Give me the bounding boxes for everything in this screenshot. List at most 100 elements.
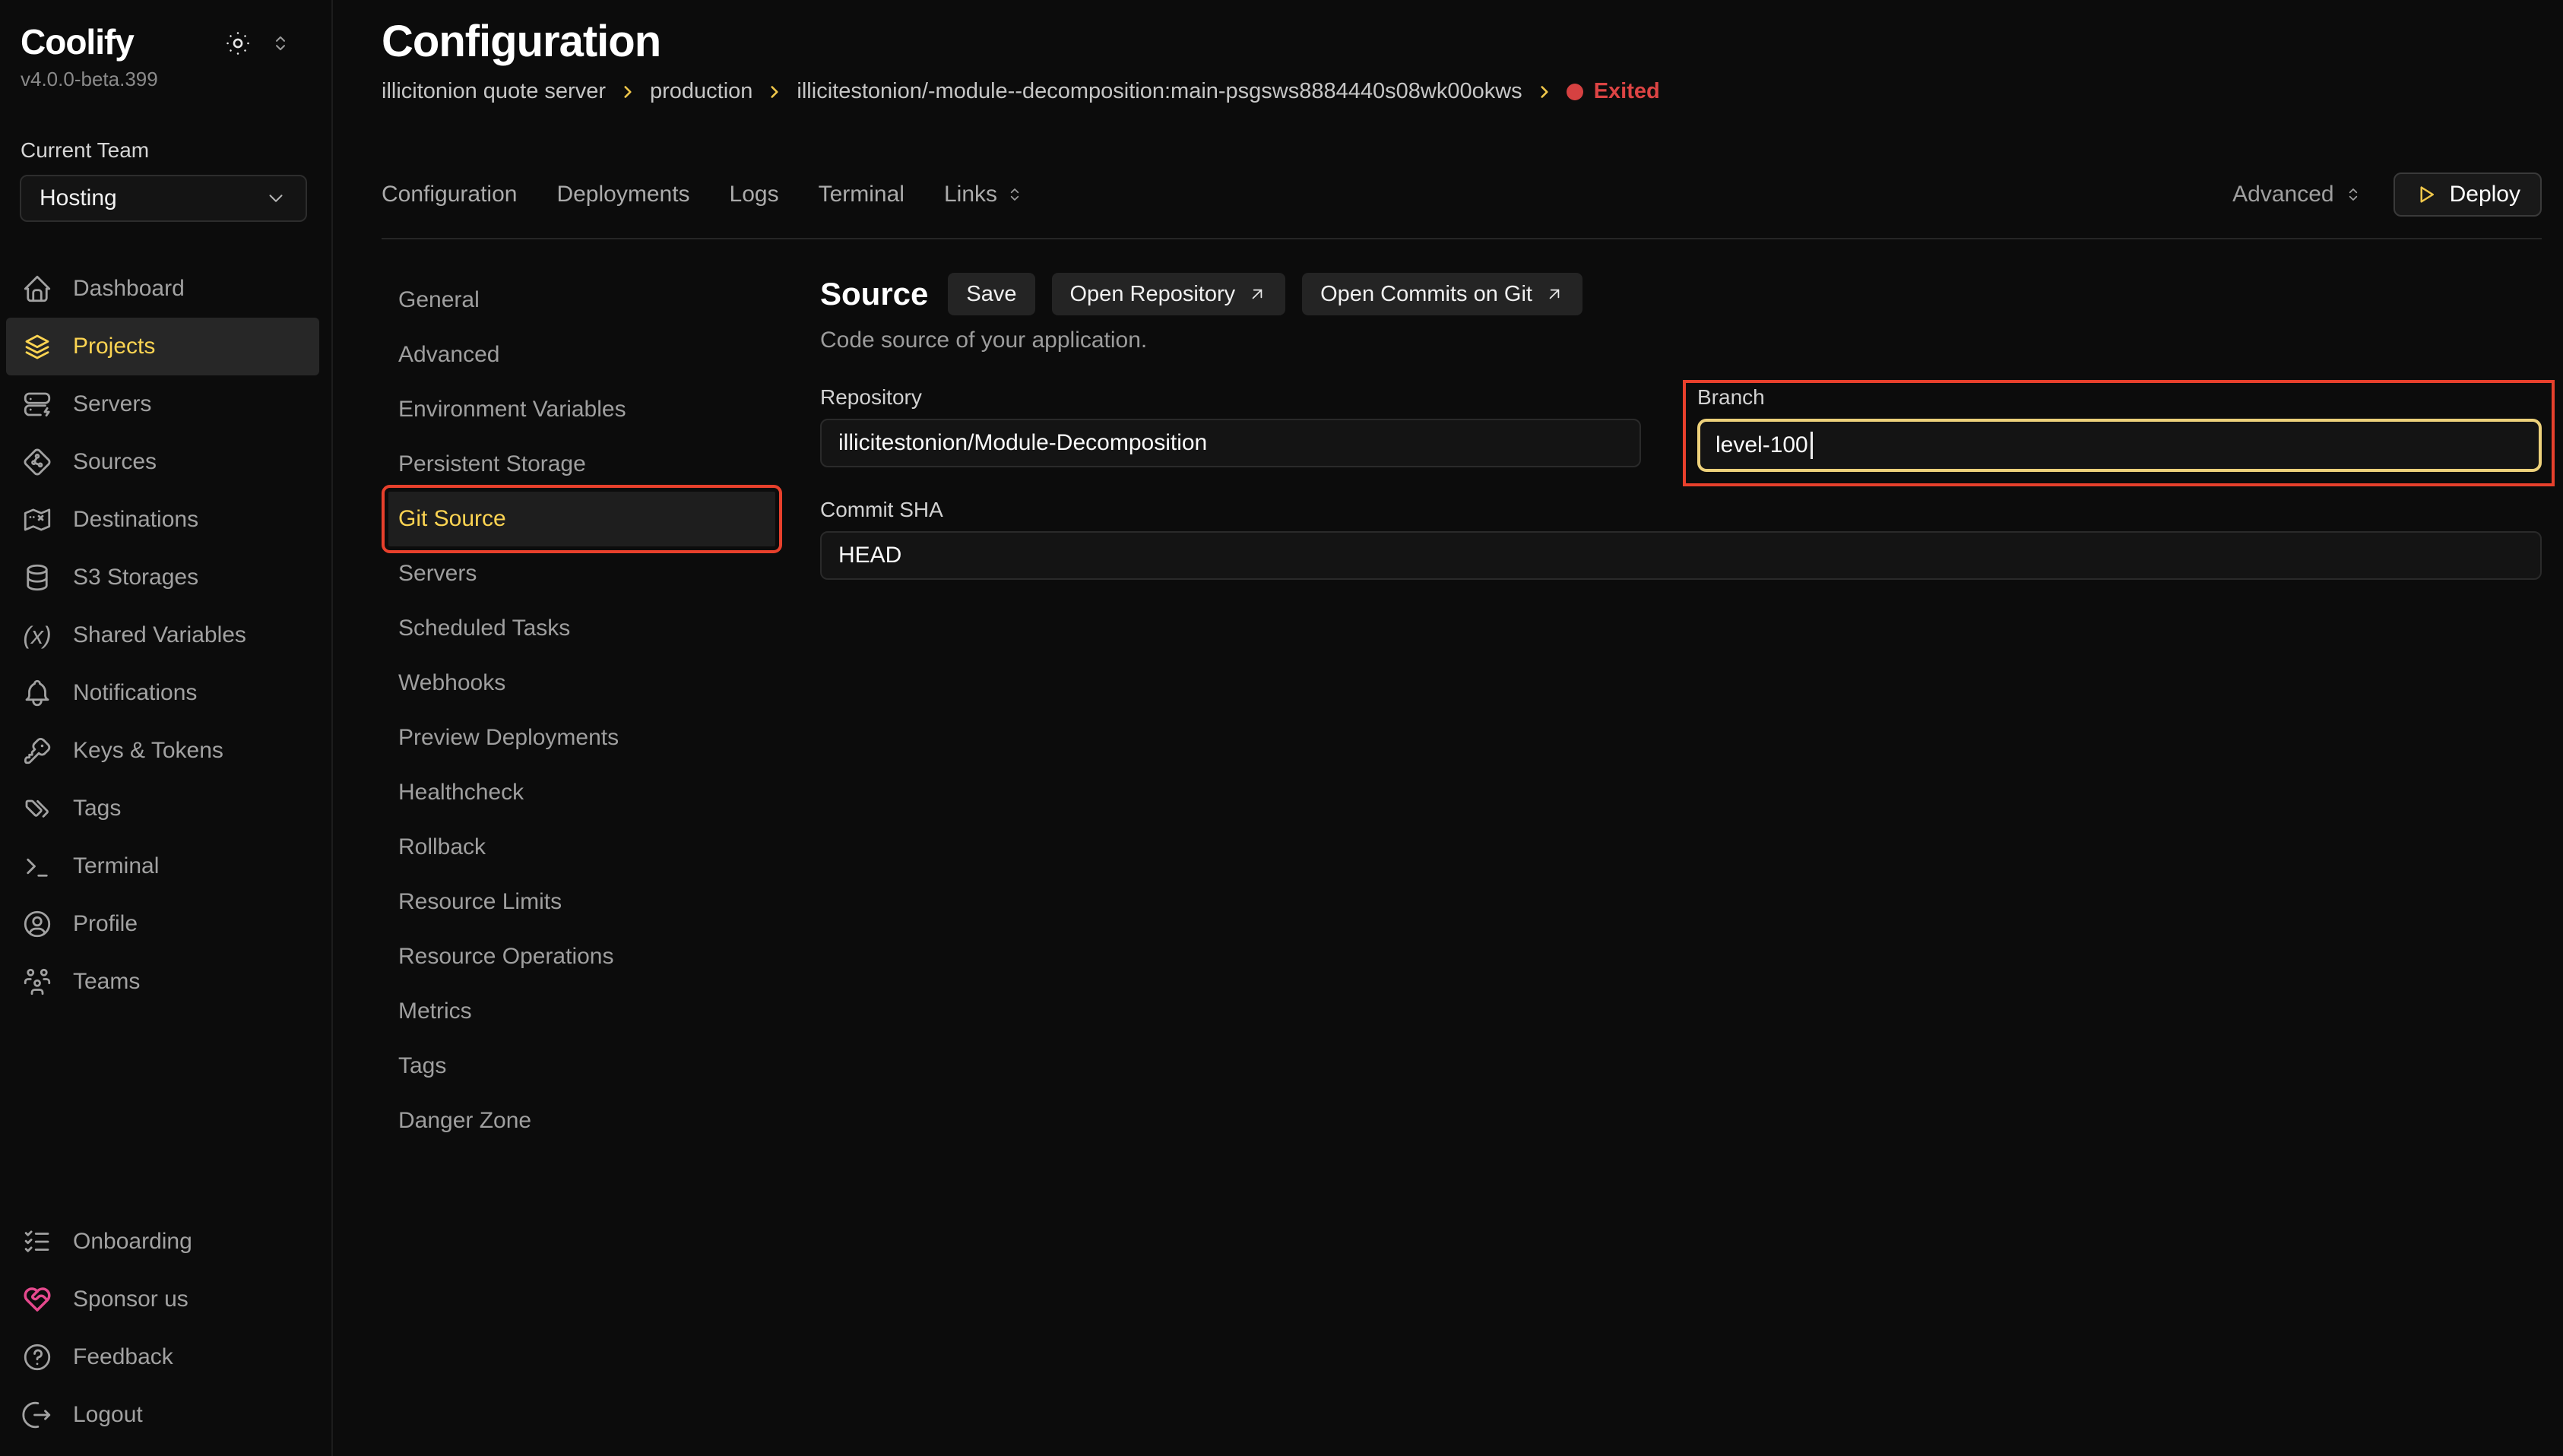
subnav-item-rollback[interactable]: Rollback <box>382 820 792 875</box>
source-section-title: Source <box>820 276 928 312</box>
tabs: Configuration Deployments Logs Terminal … <box>382 182 1025 207</box>
status-dot-icon <box>1567 84 1583 100</box>
sidebar-item-shared-variables[interactable]: (x) Shared Variables <box>0 606 331 664</box>
user-circle-icon <box>21 908 53 940</box>
arrow-up-right-icon <box>1247 284 1267 304</box>
subnav-item-webhooks[interactable]: Webhooks <box>382 656 792 711</box>
sidebar-item-label: Teams <box>73 969 140 995</box>
arrow-up-right-icon <box>1544 284 1564 304</box>
sidebar-item-profile[interactable]: Profile <box>0 895 331 953</box>
main-panel: Configuration illicitonion quote server … <box>334 0 2563 1456</box>
subnav-item-healthcheck[interactable]: Healthcheck <box>382 765 792 820</box>
sidebar-item-label: Logout <box>73 1402 143 1428</box>
tab-deployments[interactable]: Deployments <box>556 182 689 207</box>
sidebar-item-s3-storages[interactable]: S3 Storages <box>0 549 331 606</box>
sidebar-item-sponsor-us[interactable]: Sponsor us <box>0 1271 331 1328</box>
tab-terminal[interactable]: Terminal <box>819 182 904 207</box>
breadcrumb-environment[interactable]: production <box>650 79 752 104</box>
sidebar-item-sources[interactable]: Sources <box>0 433 331 491</box>
commit-sha-input[interactable] <box>820 531 2542 580</box>
repository-label: Repository <box>820 385 1641 410</box>
tab-links[interactable]: Links <box>944 182 1025 207</box>
branch-value: level-100 <box>1716 432 1808 458</box>
repository-input[interactable] <box>820 419 1641 467</box>
repository-field: Repository <box>820 385 1641 472</box>
breadcrumb-project[interactable]: illicitonion quote server <box>382 79 606 104</box>
sidebar-item-label: Projects <box>73 334 155 359</box>
open-commits-button[interactable]: Open Commits on Git <box>1302 273 1582 315</box>
sidebar-item-label: Sponsor us <box>73 1287 189 1312</box>
sidebar-item-label: Shared Variables <box>73 622 246 648</box>
subnav-item-servers[interactable]: Servers <box>382 546 792 601</box>
sidebar-item-servers[interactable]: Servers <box>0 375 331 433</box>
subnav-item-resource-limits[interactable]: Resource Limits <box>382 875 792 929</box>
sidebar-item-dashboard[interactable]: Dashboard <box>0 260 331 318</box>
source-heading-row: Source Save Open Repository Open Commits… <box>820 273 2542 315</box>
subnav-item-metrics[interactable]: Metrics <box>382 984 792 1039</box>
variables-icon: (x) <box>21 619 53 651</box>
breadcrumb-application[interactable]: illicitestonion/-module--decomposition:m… <box>797 79 1522 104</box>
advanced-selector[interactable]: Advanced <box>2232 182 2362 207</box>
sidebar-item-label: Sources <box>73 449 157 475</box>
sidebar-item-teams[interactable]: Teams <box>0 953 331 1011</box>
subnav-item-tags[interactable]: Tags <box>382 1039 792 1094</box>
sidebar-item-label: Destinations <box>73 507 198 533</box>
app-logo[interactable]: Coolify <box>21 23 134 62</box>
deploy-button[interactable]: Deploy <box>2394 173 2542 217</box>
app-version: v4.0.0-beta.399 <box>0 68 331 91</box>
sidebar-item-logout[interactable]: Logout <box>0 1386 331 1444</box>
sidebar-item-label: Feedback <box>73 1344 173 1370</box>
header-actions: Advanced Deploy <box>2232 173 2542 217</box>
selector-icon <box>1005 185 1025 204</box>
sidebar-item-label: Keys & Tokens <box>73 738 223 764</box>
play-icon <box>2415 183 2438 206</box>
sidebar-item-tags[interactable]: Tags <box>0 780 331 837</box>
sidebar-item-projects[interactable]: Projects <box>6 318 319 375</box>
tabs-row: Configuration Deployments Logs Terminal … <box>382 173 2542 217</box>
subnav-item-general[interactable]: General <box>382 273 792 328</box>
sidebar-item-label: Onboarding <box>73 1229 192 1255</box>
tab-configuration[interactable]: Configuration <box>382 182 517 207</box>
subnav-item-danger-zone[interactable]: Danger Zone <box>382 1094 792 1148</box>
commit-sha-field: Commit SHA <box>820 498 2542 580</box>
theme-sun-icon[interactable] <box>223 29 252 58</box>
stack-icon <box>21 331 53 362</box>
source-description: Code source of your application. <box>820 328 2542 353</box>
subnav-item-resource-operations[interactable]: Resource Operations <box>382 929 792 984</box>
team-selector[interactable]: Hosting <box>20 175 307 222</box>
subnav-item-scheduled-tasks[interactable]: Scheduled Tasks <box>382 601 792 656</box>
header-divider <box>382 238 2542 239</box>
save-button[interactable]: Save <box>948 273 1034 315</box>
subnav-item-git-source[interactable]: Git Source <box>388 492 775 546</box>
theme-selector-icon[interactable] <box>269 32 292 55</box>
git-source-section: Source Save Open Repository Open Commits… <box>820 273 2542 580</box>
users-group-icon <box>21 966 53 998</box>
page-title: Configuration <box>382 17 2542 67</box>
commit-sha-label: Commit SHA <box>820 498 2542 522</box>
subnav-item-advanced[interactable]: Advanced <box>382 328 792 382</box>
status-text: Exited <box>1594 79 1660 104</box>
git-icon <box>21 446 53 478</box>
sidebar-item-label: S3 Storages <box>73 565 198 590</box>
status-badge: Exited <box>1567 79 1660 104</box>
subnav-item-persistent-storage[interactable]: Persistent Storage <box>382 437 792 492</box>
help-circle-icon <box>21 1341 53 1373</box>
branch-input[interactable]: level-100 <box>1697 419 2542 472</box>
logout-icon <box>21 1399 53 1431</box>
subnav-item-preview-deployments[interactable]: Preview Deployments <box>382 711 792 765</box>
server-icon <box>21 388 53 420</box>
chevron-right-icon <box>765 82 784 102</box>
tab-logs[interactable]: Logs <box>730 182 779 207</box>
sidebar-item-onboarding[interactable]: Onboarding <box>0 1213 331 1271</box>
sidebar: Coolify v4.0.0-beta.399 Current Team Hos… <box>0 0 333 1456</box>
config-subnav: General Advanced Environment Variables P… <box>382 273 792 1148</box>
sidebar-item-label: Profile <box>73 911 138 937</box>
sidebar-item-notifications[interactable]: Notifications <box>0 664 331 722</box>
sidebar-item-terminal[interactable]: Terminal <box>0 837 331 895</box>
subnav-item-environment-variables[interactable]: Environment Variables <box>382 382 792 437</box>
open-repository-button[interactable]: Open Repository <box>1052 273 1286 315</box>
sidebar-item-destinations[interactable]: Destinations <box>0 491 331 549</box>
sidebar-item-feedback[interactable]: Feedback <box>0 1328 331 1386</box>
sidebar-item-keys-tokens[interactable]: Keys & Tokens <box>0 722 331 780</box>
branch-label: Branch <box>1697 385 2542 410</box>
